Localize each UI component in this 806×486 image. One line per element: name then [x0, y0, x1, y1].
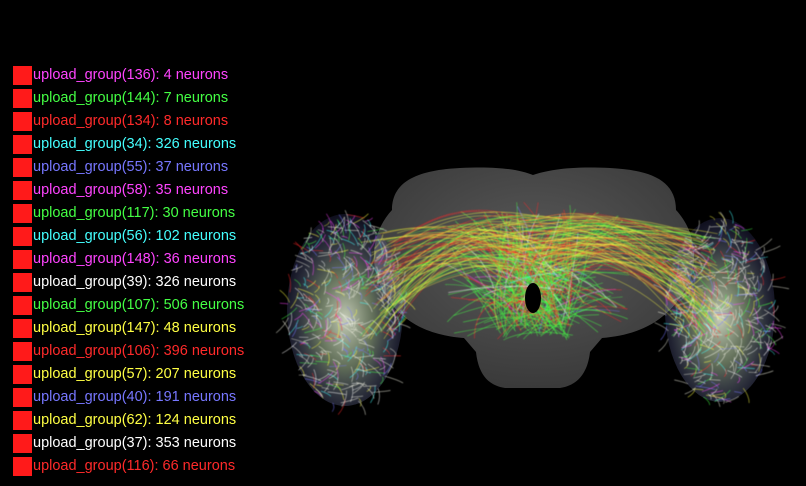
legend-item[interactable]: upload_group(148): 36 neurons [13, 248, 244, 271]
legend-item[interactable]: upload_group(136): 4 neurons [13, 64, 244, 87]
legend-label: upload_group(56): 102 neurons [33, 228, 237, 244]
legend-item[interactable]: upload_group(107): 506 neurons [13, 294, 244, 317]
legend-color-swatch[interactable] [13, 89, 32, 108]
legend-color-swatch[interactable] [13, 457, 32, 476]
legend-color-swatch[interactable] [13, 296, 32, 315]
legend-label: upload_group(106): 396 neurons [33, 343, 245, 359]
legend-color-swatch[interactable] [13, 227, 32, 246]
legend-label: upload_group(34): 326 neurons [33, 136, 237, 152]
legend-color-swatch[interactable] [13, 66, 32, 85]
legend-label: upload_group(58): 35 neurons [33, 182, 229, 198]
legend-color-swatch[interactable] [13, 388, 32, 407]
legend-item[interactable]: upload_group(134): 8 neurons [13, 110, 244, 133]
legend-label: upload_group(117): 30 neurons [33, 205, 236, 221]
legend-label: upload_group(39): 326 neurons [33, 274, 237, 290]
legend-color-swatch[interactable] [13, 273, 32, 292]
legend-item[interactable]: upload_group(56): 102 neurons [13, 225, 244, 248]
esophagus-hole [525, 283, 541, 313]
legend-color-swatch[interactable] [13, 204, 32, 223]
legend-label: upload_group(57): 207 neurons [33, 366, 237, 382]
legend-label: upload_group(55): 37 neurons [33, 159, 229, 175]
legend-item[interactable]: upload_group(55): 37 neurons [13, 156, 244, 179]
legend-label: upload_group(40): 191 neurons [33, 389, 237, 405]
legend-label: upload_group(116): 66 neurons [33, 458, 236, 474]
legend-item[interactable]: upload_group(34): 326 neurons [13, 133, 244, 156]
legend-item[interactable]: upload_group(116): 66 neurons [13, 455, 244, 478]
legend-item[interactable]: upload_group(37): 353 neurons [13, 432, 244, 455]
legend-color-swatch[interactable] [13, 135, 32, 154]
legend-label: upload_group(107): 506 neurons [33, 297, 245, 313]
legend-item[interactable]: upload_group(57): 207 neurons [13, 363, 244, 386]
legend-label: upload_group(62): 124 neurons [33, 412, 237, 428]
legend-label: upload_group(136): 4 neurons [33, 67, 229, 83]
legend-color-swatch[interactable] [13, 250, 32, 269]
legend-color-swatch[interactable] [13, 434, 32, 453]
legend-color-swatch[interactable] [13, 342, 32, 361]
legend-label: upload_group(148): 36 neurons [33, 251, 237, 267]
legend-item[interactable]: upload_group(147): 48 neurons [13, 317, 244, 340]
legend-label: upload_group(144): 7 neurons [33, 90, 229, 106]
legend-item[interactable]: upload_group(144): 7 neurons [13, 87, 244, 110]
legend-color-swatch[interactable] [13, 411, 32, 430]
legend-item[interactable]: upload_group(106): 396 neurons [13, 340, 244, 363]
legend-item[interactable]: upload_group(40): 191 neurons [13, 386, 244, 409]
legend-item[interactable]: upload_group(117): 30 neurons [13, 202, 244, 225]
legend-item[interactable]: upload_group(39): 326 neurons [13, 271, 244, 294]
legend-label: upload_group(134): 8 neurons [33, 113, 229, 129]
legend-color-swatch[interactable] [13, 112, 32, 131]
legend-item[interactable]: upload_group(62): 124 neurons [13, 409, 244, 432]
legend-color-swatch[interactable] [13, 181, 32, 200]
legend-label: upload_group(147): 48 neurons [33, 320, 237, 336]
legend-item[interactable]: upload_group(58): 35 neurons [13, 179, 244, 202]
neuron-group-legend: upload_group(136): 4 neurons upload_group… [13, 64, 244, 478]
legend-color-swatch[interactable] [13, 319, 32, 338]
legend-color-swatch[interactable] [13, 365, 32, 384]
legend-label: upload_group(37): 353 neurons [33, 435, 237, 451]
legend-color-swatch[interactable] [13, 158, 32, 177]
